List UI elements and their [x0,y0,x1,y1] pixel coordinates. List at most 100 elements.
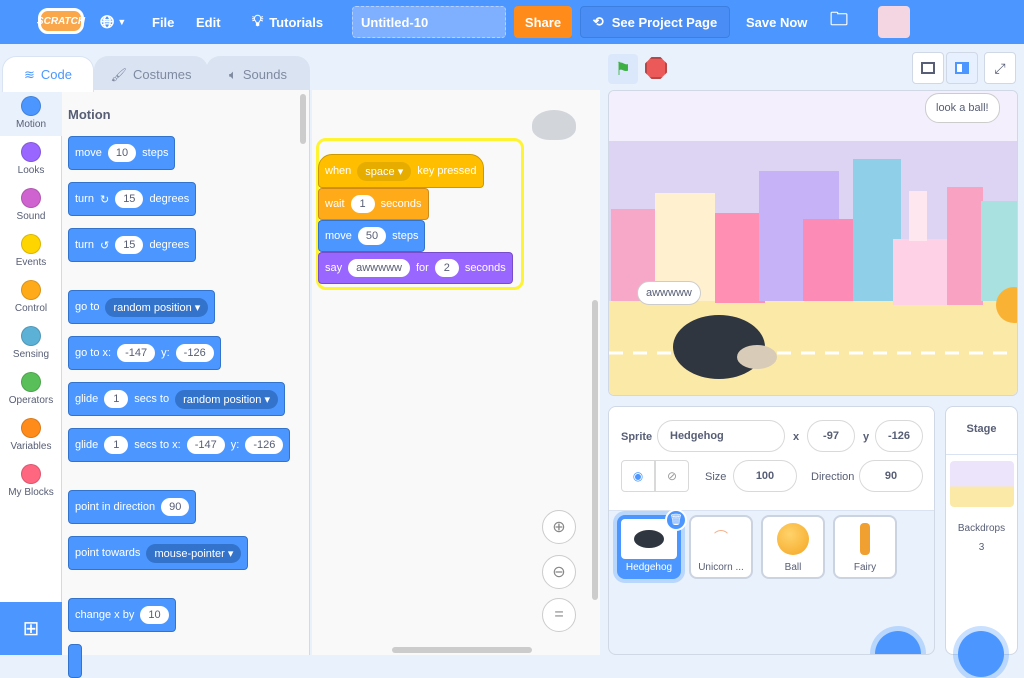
category-motion[interactable]: Motion [0,90,62,136]
block-go-to[interactable]: go to random position ▾ [68,290,216,324]
x-input[interactable]: -147 [117,344,156,362]
wait-input[interactable]: 1 [350,195,375,213]
script-say-for[interactable]: say awwwww for 2 seconds [318,252,513,284]
zoom-reset-button[interactable]: = [542,598,576,632]
tutorials-button[interactable]: 💡︎ Tutorials [252,0,323,44]
script-wait[interactable]: wait 1 seconds [318,188,429,220]
category-control[interactable]: Control [0,274,62,320]
my-blocks-dot-icon [21,464,41,484]
y-input[interactable]: -126 [175,344,214,362]
key-dropdown[interactable]: space ▾ [357,161,412,181]
see-project-page-button[interactable]: ⟲ See Project Page [580,6,730,38]
script-move[interactable]: move 50 steps [318,220,426,252]
hide-sprite-button[interactable]: ⊘ [655,460,689,492]
degrees-input[interactable]: 15 [115,190,144,208]
tab-sounds[interactable]: 🔈︎ Sounds [206,56,310,92]
scratch-logo[interactable]: SCRATCH [37,8,85,34]
sprite-tile-unicorn[interactable]: ⌒ Unicorn ... [689,515,753,579]
normal-stage-button[interactable] [946,52,978,84]
sprite-tile-fairy[interactable]: Fairy [833,515,897,579]
block-change-x[interactable]: change x by 10 [68,598,176,632]
category-operators[interactable]: Operators [0,366,62,412]
block-glide-to[interactable]: glide 1 secs to random position ▾ [68,382,285,416]
target-dropdown[interactable]: random position ▾ [175,389,278,409]
steps-input[interactable]: 50 [357,227,387,245]
block-point-towards[interactable]: point towards mouse-pointer ▾ [68,536,249,570]
vertical-scrollbar[interactable] [592,300,598,600]
change-x-input[interactable]: 10 [140,606,169,624]
category-looks[interactable]: Looks [0,136,62,182]
folder-icon[interactable]: 🗀 [830,0,848,44]
file-menu[interactable]: File [152,0,174,44]
stage-canvas[interactable]: look a ball! awwwww [608,90,1018,396]
backdrop-thumbnail [949,461,1014,507]
secs-input[interactable]: 1 [104,390,129,408]
x-input[interactable]: -97 [807,420,855,452]
green-flag-button[interactable]: ⚑ [608,54,638,84]
script-when-key-pressed[interactable]: when space ▾ key pressed [318,154,484,188]
normal-stage-icon [955,62,969,74]
edit-menu[interactable]: Edit [196,0,221,44]
category-variables[interactable]: Variables [0,412,62,458]
language-menu[interactable]: 🌐︎ ▼ [100,0,126,44]
block-go-to-xy[interactable]: go to x: -147 y: -126 [68,336,221,370]
category-sound[interactable]: Sound [0,182,62,228]
stage-selector[interactable]: Stage Backdrops 3 [945,406,1018,677]
message-input[interactable]: awwwww [348,259,410,277]
add-extension-button[interactable]: ⊞ [0,602,62,655]
palette-scrollbar[interactable] [300,94,306,144]
category-sensing[interactable]: Sensing [0,320,62,366]
degrees-input[interactable]: 15 [115,236,144,254]
x-input[interactable]: -147 [186,436,225,454]
choose-backdrop-button[interactable] [958,631,1004,677]
tab-code[interactable]: ≋ Code [2,56,94,92]
towards-dropdown[interactable]: mouse-pointer ▾ [146,543,242,563]
category-my-blocks[interactable]: My Blocks [0,458,62,504]
block-turn-left[interactable]: turn ↺ 15 degrees [68,228,197,262]
eye-slash-icon: ⊘ [666,469,678,483]
rotate-right-icon: ↻ [99,193,110,206]
y-input[interactable]: -126 [875,420,923,452]
trash-icon: 🗑︎ [669,514,683,526]
fullscreen-button[interactable]: ⤢ [984,52,1016,84]
direction-input[interactable]: 90 [161,498,190,516]
secs-input[interactable]: 2 [434,259,459,277]
green-flag-icon: ⚑ [614,58,632,79]
zoom-out-button[interactable]: ⊖ [542,555,576,589]
operators-dot-icon [21,372,41,392]
y-input[interactable]: -126 [245,436,284,454]
target-dropdown[interactable]: random position ▾ [105,297,209,317]
sound-dot-icon [21,188,41,208]
zoom-in-button[interactable]: ⊕ [542,510,576,544]
choose-sprite-button[interactable] [875,631,921,654]
sprite-tile-ball[interactable]: Ball [761,515,825,579]
steps-input[interactable]: 10 [107,144,137,162]
block-move-steps[interactable]: move 10 steps [68,136,176,170]
stop-button[interactable] [645,57,667,79]
sprite-pane: Sprite Hedgehog x -97 y -126 ◉ ⊘ Size 10… [608,406,935,655]
horizontal-scrollbar[interactable] [392,647,532,653]
sprite-tile-hedgehog[interactable]: Hedgehog 🗑︎ [617,509,687,579]
project-title-input[interactable]: Untitled-10 [352,6,506,38]
block-glide-to-xy[interactable]: glide 1 secs to x: -147 y: -126 [68,428,291,462]
small-stage-button[interactable] [912,52,944,84]
script-area[interactable]: when space ▾ key pressed wait 1 seconds move… [312,90,600,655]
block-point-in-direction[interactable]: point in direction 90 [68,490,197,524]
see-project-page-label: See Project Page [611,14,718,30]
size-input[interactable]: 100 [733,460,797,492]
block-partial[interactable] [68,644,82,678]
share-button[interactable]: Share [514,6,572,38]
block-turn-right[interactable]: turn ↻ 15 degrees [68,182,197,216]
sprite-name-input[interactable]: Hedgehog [657,420,785,452]
category-label: Looks [17,165,45,176]
category-events[interactable]: Events [0,228,62,274]
show-sprite-button[interactable]: ◉ [621,460,655,492]
save-now-button[interactable]: Save Now [746,0,807,44]
tab-costumes[interactable]: 🖌︎ Costumes [94,56,208,92]
secs-input[interactable]: 1 [104,436,129,454]
direction-input[interactable]: 90 [859,460,923,492]
motion-dot-icon [21,96,41,116]
sprite-name: Unicorn ... [698,562,744,573]
delete-sprite-button[interactable]: 🗑︎ [665,509,687,531]
avatar[interactable] [878,6,910,38]
